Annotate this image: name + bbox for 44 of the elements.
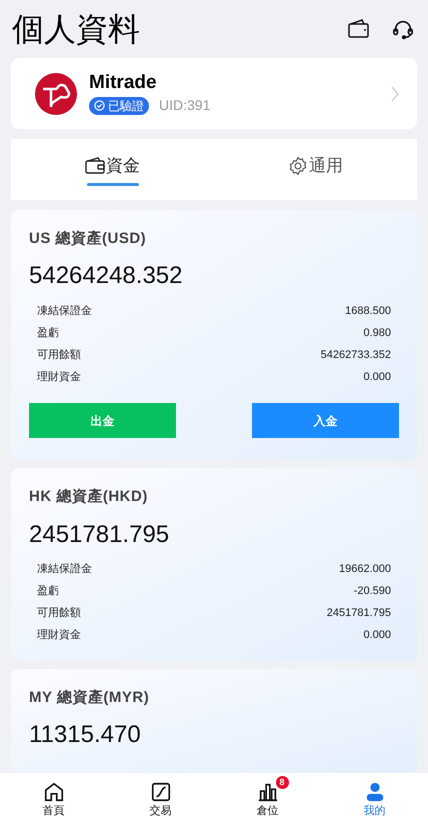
headset-icon[interactable] bbox=[392, 18, 414, 40]
account-total: 2451781.795 bbox=[29, 520, 170, 550]
row-value: 19662.000 bbox=[339, 562, 391, 578]
row-label: 盈虧 bbox=[37, 326, 59, 341]
row-label: 盈虧 bbox=[37, 584, 59, 600]
nav-item[interactable]: 8 倉位 bbox=[214, 773, 321, 828]
row-value: -20.590 bbox=[354, 584, 391, 600]
settings-icon bbox=[288, 156, 308, 176]
logo-icon bbox=[35, 72, 77, 115]
row-value: 0.000 bbox=[363, 628, 391, 644]
row-value: 2451781.795 bbox=[326, 606, 391, 622]
count-badge: 8 bbox=[276, 776, 288, 790]
tab[interactable]: 通用 bbox=[214, 139, 417, 200]
row-label: 凍結保證金 bbox=[37, 304, 92, 319]
bar-chart-icon bbox=[256, 781, 278, 804]
row-value: 0.980 bbox=[363, 326, 391, 341]
row-label: 凍結保證金 bbox=[37, 562, 92, 578]
row-value: 1688.500 bbox=[345, 304, 391, 319]
row-label: 可用餘額 bbox=[37, 606, 81, 622]
profile-name: Mitrade bbox=[89, 71, 158, 96]
chevron-right-icon bbox=[391, 86, 399, 102]
home-icon bbox=[42, 781, 64, 804]
verified-badge: 已驗證 bbox=[89, 96, 149, 115]
chart-icon bbox=[150, 781, 172, 804]
account-title: US 總資產(USD) bbox=[29, 228, 148, 248]
account-total: 54264248.352 bbox=[29, 261, 184, 291]
page-title: 個人資料 bbox=[12, 10, 140, 50]
row-value: 54262733.352 bbox=[320, 348, 391, 363]
wallet-icon[interactable] bbox=[348, 19, 370, 40]
account-title: HK 總資產(HKD) bbox=[29, 487, 149, 507]
nav-item[interactable]: 首頁 bbox=[0, 773, 107, 828]
row-label: 可用餘額 bbox=[37, 348, 81, 363]
row-label: 理財資金 bbox=[37, 628, 81, 644]
row-label: 理財資金 bbox=[37, 370, 81, 385]
nav-item[interactable]: 我的 bbox=[321, 773, 428, 828]
tab[interactable]: 資金 bbox=[11, 139, 214, 200]
account-total: 11315.470 bbox=[29, 720, 142, 750]
user-id: UID:391 bbox=[159, 96, 210, 116]
account-title: MY 總資產(MYR) bbox=[29, 688, 150, 708]
profile-card[interactable]: Mitrade 已驗證 UID:391 bbox=[11, 58, 417, 130]
row-value: 0.000 bbox=[363, 370, 391, 385]
check-circle-icon bbox=[94, 100, 105, 112]
wallet-icon bbox=[85, 156, 105, 175]
nav-item[interactable]: 交易 bbox=[107, 773, 214, 828]
